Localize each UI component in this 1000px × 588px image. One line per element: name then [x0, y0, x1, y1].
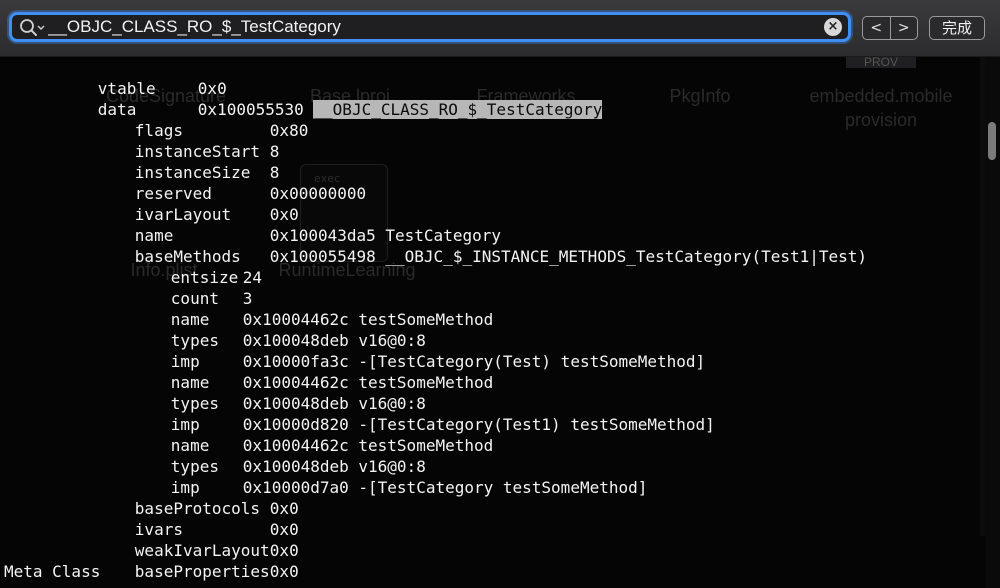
line-reserved: reserved 0x00000000 [77, 162, 366, 203]
method-2-imp: imp 0x10000d820 -[TestCategory(Test1) tes… [113, 393, 715, 434]
search-match-highlight: __OBJC_CLASS_RO_$_TestCategory [313, 100, 603, 119]
line-weak-ivar-layout: weakIvarLayout0x0 [77, 519, 299, 560]
field-value: 0x10000d7a0 -[TestCategory testSomeMetho… [242, 478, 648, 497]
terminal-output[interactable]: vtable 0x0 data 0x100055530 __OBJC_CLASS_R… [0, 56, 980, 588]
method-1-name: name 0x10004462c testSomeMethod [113, 288, 493, 329]
line-flags: flags 0x80 [77, 99, 309, 140]
line-instance-size: instanceSize 8 [77, 141, 280, 182]
screen: PROV CodeSignature Base.lproj Frameworks… [0, 0, 1000, 588]
field-key: baseProperties [134, 562, 270, 581]
line-base-properties: baseProperties0x0 [77, 540, 299, 581]
method-2-name: name 0x10004462c testSomeMethod [113, 351, 493, 392]
find-bar: × < > 完成 [0, 0, 1000, 57]
method-2-types: types 0x100048deb v16@0:8 [113, 372, 426, 413]
field-value: 0x0 [269, 562, 299, 581]
scrollbar-track[interactable] [986, 56, 1000, 588]
done-button[interactable]: 完成 [929, 16, 985, 40]
line-ivars: ivars 0x0 [77, 498, 299, 539]
scrollbar-thumb[interactable] [988, 122, 996, 160]
search-field[interactable]: × [9, 12, 851, 42]
line-data: data 0x100055530 __OBJC_CLASS_RO_$_TestCa… [40, 78, 603, 119]
next-match-button[interactable]: > [889, 17, 918, 39]
line-meta-class: Meta Class [4, 562, 101, 581]
line-count: count 3 [113, 267, 253, 308]
method-1-types: types 0x100048deb v16@0:8 [113, 309, 426, 350]
line-vtable: vtable 0x0 [40, 57, 227, 98]
line-name: name 0x100043da5 TestCategory [77, 204, 501, 245]
previous-match-button[interactable]: < [863, 17, 890, 39]
line-base-protocols: baseProtocols 0x0 [77, 477, 299, 518]
search-input[interactable] [48, 16, 818, 38]
line-entsize: entsize 24 [113, 246, 262, 287]
method-3-imp: imp 0x10000d7a0 -[TestCategory testSomeMe… [113, 456, 648, 497]
find-navigation: < > [862, 16, 918, 40]
line-instance-start: instanceStart 8 [77, 120, 280, 161]
method-3-name: name 0x10004462c testSomeMethod [113, 414, 493, 455]
field-value: 0x100055498 __OBJC_$_INSTANCE_METHODS_Te… [269, 247, 868, 266]
clear-circle-icon[interactable]: × [824, 18, 842, 36]
line-ivar-layout: ivarLayout 0x0 [77, 183, 299, 224]
method-3-types: types 0x100048deb v16@0:8 [113, 435, 426, 476]
line-base-methods: baseMethods 0x100055498 __OBJC_$_INSTANCE… [77, 225, 867, 266]
method-1-imp: imp 0x10000fa3c -[TestCategory(Test) test… [113, 330, 705, 371]
magnifier-dropdown-icon[interactable] [18, 17, 46, 39]
